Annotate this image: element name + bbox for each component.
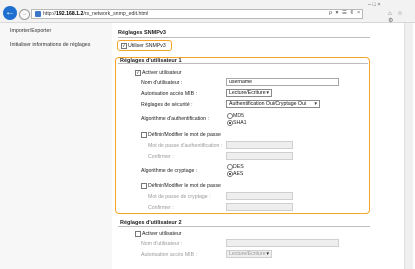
divider [118,63,368,64]
user-2-mib-access-value: Lecture/Ecriture [229,251,266,257]
page-icon [35,10,41,17]
mib-access-select[interactable]: Lecture/Ecriture ▼ [226,89,272,97]
use-snmpv3-label: Utiliser SNMPv3 [128,43,166,49]
user-2-username-label: Nom d'utilisateur : [141,241,183,247]
security-label: Réglages de sécurité : [141,102,193,108]
divider [118,226,370,227]
nav-link-initialize-settings[interactable]: Initialiser informations de réglages [10,42,90,48]
mib-access-label: Autorisation accès MIB : [141,91,197,97]
security-select[interactable]: Authentification Oui/Cryptage Oui ▼ [226,100,320,108]
security-value: Authentification Oui/Cryptage Oui [229,101,306,107]
encryption-confirm-input[interactable] [226,203,293,211]
auth-confirm-input[interactable] [226,152,293,160]
set-auth-password-checkbox[interactable] [141,132,147,138]
scrollbar[interactable] [404,23,413,269]
user-1-enable-checkbox[interactable]: ✓ [135,70,141,76]
auth-algorithm-label: Algorithme d'authentification : [141,116,209,122]
username-label: Nom d'utilisateur : [141,80,183,86]
username-input[interactable]: username [226,78,339,86]
aes-label: AES [233,171,244,177]
back-button[interactable]: ← [3,6,17,20]
encryption-algorithm-label: Algorithme de cryptage : [141,168,198,174]
home-star-gear-icons[interactable]: ⌂ ☆ ⚙ [388,10,415,24]
set-encryption-password-label: Définir/Modifier le mot de passe [148,183,221,189]
user-1-enable-label: Activer utilisateur [142,70,182,76]
user-2-enable-label: Activer utilisateur [142,231,182,237]
chevron-down-icon: ▼ [265,90,270,95]
address-bar-tools[interactable]: ρ ▾ ☰ ¢ × [329,10,361,16]
des-label: DES [233,164,244,170]
user-2-mib-access-select[interactable]: Lecture/Ecriture ▼ [226,250,272,258]
window-controls[interactable]: ‒ □ × [368,2,381,8]
auth-confirm-label: Confirmer : [148,154,174,160]
auth-password-label: Mot de passe d'authentification : [148,143,223,149]
user-2-enable-checkbox[interactable] [135,231,141,237]
snmpv3-section-title: Réglages SNMPv3 [118,30,166,36]
md5-label: MD5 [233,113,244,119]
divider [118,37,370,38]
sha1-label: SHA1 [233,120,247,126]
encryption-confirm-label: Confirmer : [148,205,174,211]
encryption-password-label: Mot de passe de cryptage : [148,194,211,200]
url-prefix: http:// [43,11,56,17]
address-bar[interactable]: http://192.168.1.2/rs_network_snmp_edit.… [31,9,363,19]
chevron-down-icon: ▼ [265,251,270,256]
mib-access-value: Lecture/Ecriture [229,90,266,96]
set-auth-password-label: Définir/Modifier le mot de passe [148,132,221,138]
left-navigation: Importer/Exporter Initialiser informatio… [0,23,112,269]
forward-button[interactable]: → [19,9,30,20]
user-2-mib-access-label: Autorisation accès MIB : [141,252,197,258]
encryption-password-input[interactable] [226,192,293,200]
set-encryption-password-checkbox[interactable] [141,183,147,189]
auth-password-input[interactable] [226,141,293,149]
url-host: 192.168.1.2 [55,11,84,17]
chevron-down-icon: ▼ [313,101,318,106]
url-path: /rs_network_snmp_edit.html [83,11,149,17]
user-2-username-input[interactable] [226,239,339,247]
nav-link-import-export[interactable]: Importer/Exporter [10,28,51,34]
use-snmpv3-checkbox[interactable]: ✓ [121,43,127,49]
